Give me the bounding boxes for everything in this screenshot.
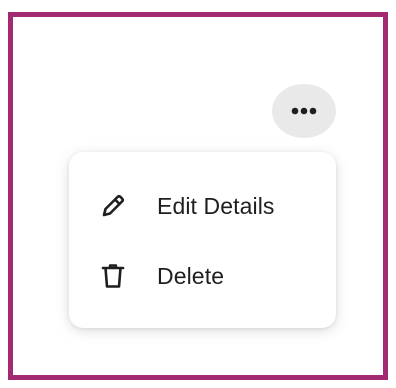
screenshot-frame: Edit Details Delete	[8, 12, 388, 380]
pencil-icon	[99, 192, 127, 220]
menu-item-delete[interactable]: Delete	[69, 248, 336, 304]
trash-icon	[99, 262, 127, 290]
more-options-button[interactable]	[272, 84, 336, 138]
menu-item-label: Delete	[157, 262, 225, 289]
menu-item-label: Edit Details	[157, 192, 275, 219]
menu-item-edit-details[interactable]: Edit Details	[69, 178, 336, 234]
more-horizontal-icon	[291, 107, 317, 115]
options-menu: Edit Details Delete	[69, 152, 336, 328]
